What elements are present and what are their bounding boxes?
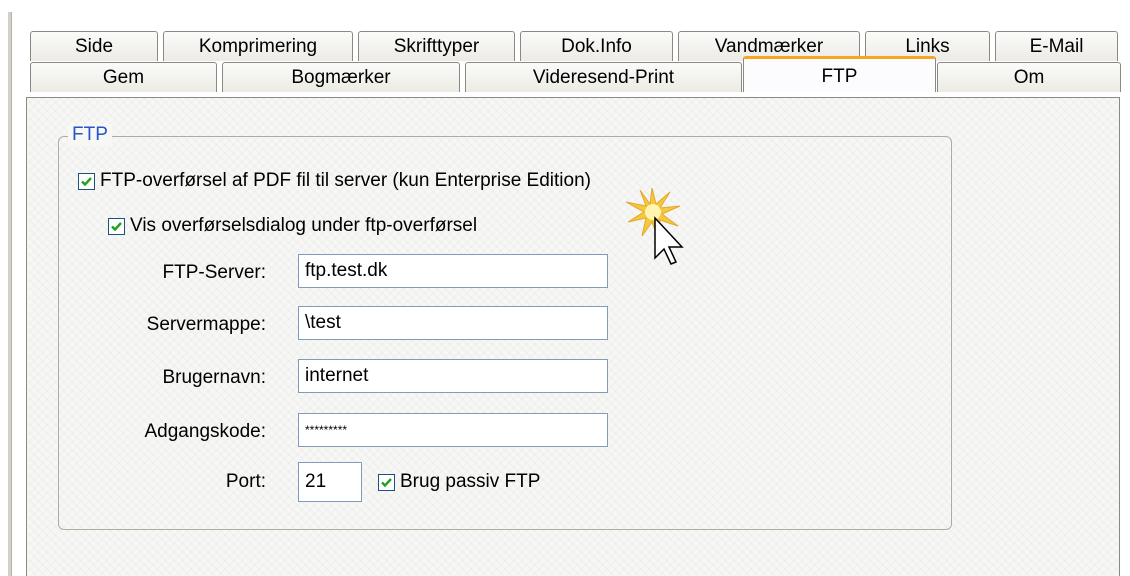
ftp-transfer-label: FTP-overførsel af PDF fil til server (ku… [100,170,591,191]
username-input[interactable] [298,359,608,393]
show-dialog-label: Vis overførselsdialog under ftp-overførs… [130,215,478,236]
username-label: Brugernavn: [162,367,266,388]
server-folder-label: Servermappe: [146,314,266,335]
tab-videresend-print[interactable]: Videresend-Print [465,62,742,92]
tab-om[interactable]: Om [937,62,1121,92]
checkmark-icon[interactable] [378,473,395,491]
tab-ftp[interactable]: FTP [743,56,936,92]
window-left-border [8,12,12,576]
tab-skrifttyper[interactable]: Skrifttyper [358,31,515,61]
checkmark-icon[interactable] [78,172,95,190]
passive-ftp-checkbox[interactable]: Brug passiv FTP [378,471,540,493]
password-label: Adgangskode: [144,421,267,442]
server-folder-input[interactable] [298,306,608,340]
tab-dok-info[interactable]: Dok.Info [520,31,673,61]
port-label: Port: [225,471,266,492]
click-highlight-icon [625,187,681,239]
ftp-server-label: FTP-Server: [162,262,266,283]
password-input[interactable] [298,413,608,447]
checkmark-icon[interactable] [108,217,125,235]
port-input[interactable] [298,462,362,502]
ftp-server-input[interactable] [298,254,608,288]
ftp-transfer-checkbox[interactable]: FTP-overførsel af PDF fil til server (ku… [78,170,591,192]
group-title: FTP [68,124,112,146]
tab-bogmaerker[interactable]: Bogmærker [222,62,460,92]
show-dialog-checkbox[interactable]: Vis overførselsdialog under ftp-overførs… [108,215,477,237]
tab-gem[interactable]: Gem [30,62,217,92]
tab-komprimering[interactable]: Komprimering [163,31,353,61]
mouse-cursor-icon [625,187,684,265]
tab-email[interactable]: E-Mail [995,31,1118,61]
tab-side[interactable]: Side [30,31,158,61]
passive-ftp-label: Brug passiv FTP [400,471,541,492]
